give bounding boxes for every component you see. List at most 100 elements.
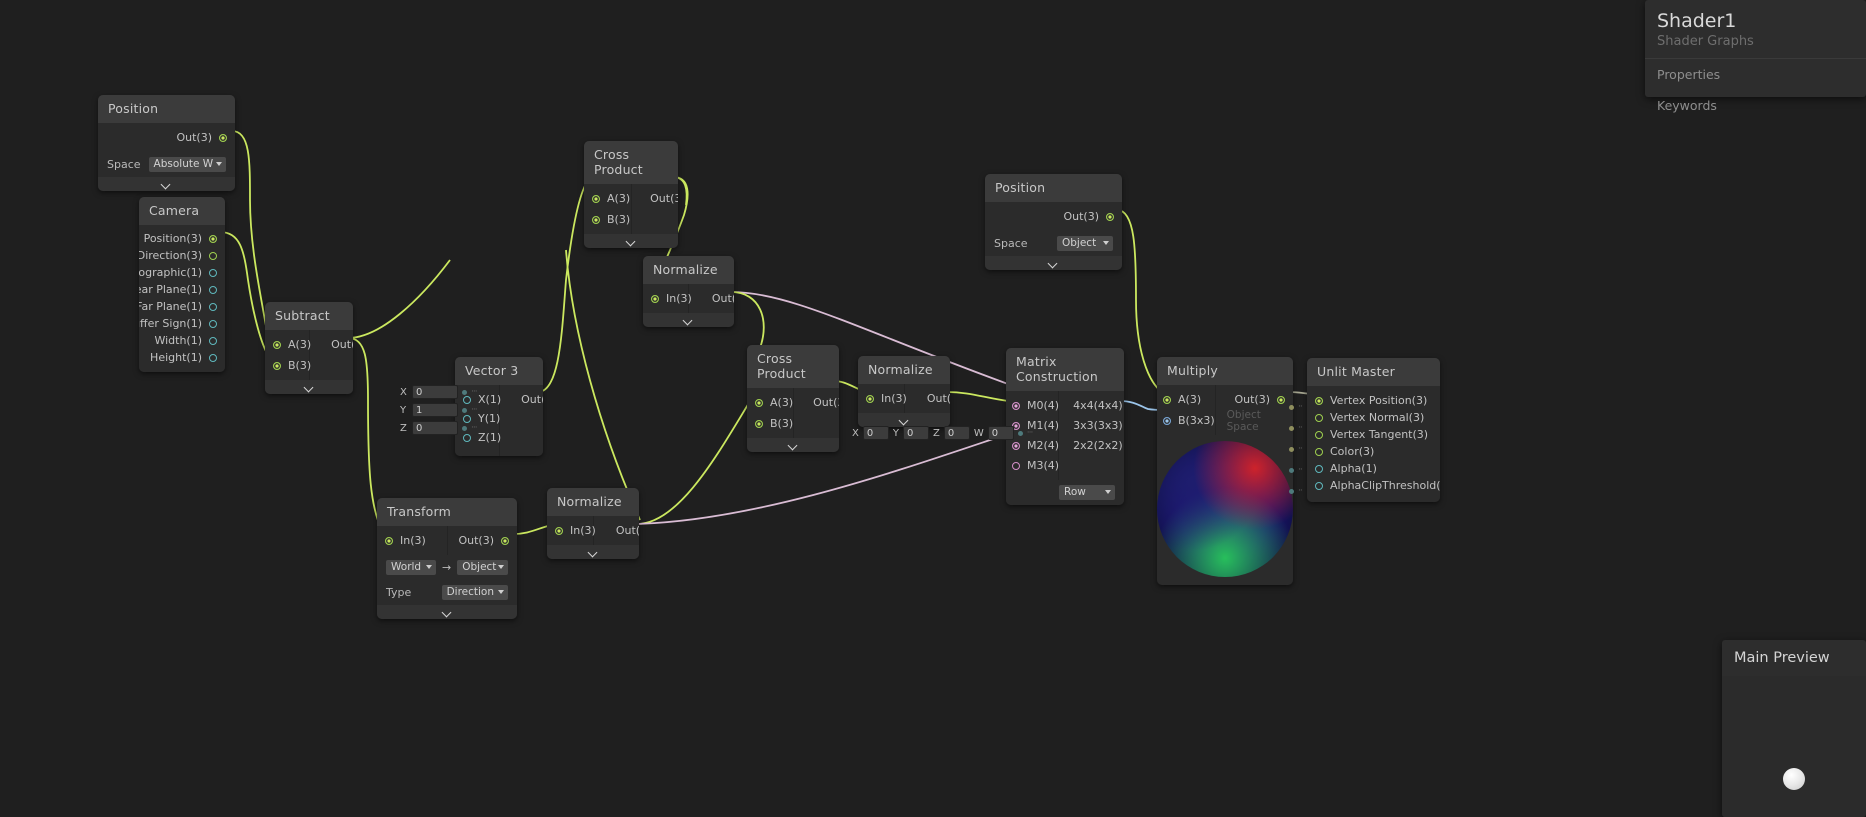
port-row-vertex-normal[interactable]: Vertex Normal(3) [1315, 409, 1432, 426]
port-row-out[interactable]: Out(3) [521, 391, 543, 408]
node-camera[interactable]: Camera Position(3) Direction(3) Orthogra… [139, 197, 225, 372]
port-row-out[interactable]: Out(3) [712, 290, 734, 307]
input-port-icon[interactable] [592, 194, 600, 203]
field-port-icon[interactable] [1289, 488, 1294, 494]
blackboard-row-keywords[interactable]: Keywords [1645, 90, 1866, 121]
node-collapse-footer[interactable] [98, 177, 235, 191]
shader-graph-canvas[interactable]: Position Out(3) Space Absolute W Camera … [0, 0, 1866, 817]
unlit-master-input-stubs[interactable]: ·· ·· ·· ·· ·· [1289, 402, 1303, 496]
node-normalize-top[interactable]: Normalize In(3) Out(3) [643, 256, 734, 327]
output-port-icon[interactable] [1106, 212, 1114, 221]
port-row-b[interactable]: B(3) [592, 211, 630, 228]
node-collapse-footer[interactable] [584, 234, 678, 248]
stub-vertex-normal[interactable]: ·· [1289, 402, 1303, 412]
input-port-icon[interactable] [755, 398, 763, 407]
port-row-camera-width[interactable]: Width(1) [147, 332, 217, 349]
stub-color[interactable]: ·· [1289, 444, 1303, 454]
output-port-icon[interactable] [209, 268, 217, 277]
transform-space-row[interactable]: World → Object [377, 555, 517, 580]
port-row-out[interactable]: Out(3) [1227, 391, 1285, 408]
node-normalize-bottom[interactable]: Normalize In(3) Out(3) [547, 488, 639, 559]
port-row-out-3x3[interactable]: 3x3(3x3) [1073, 417, 1124, 434]
vector3-input-y[interactable]: 1 [412, 403, 458, 417]
input-port-icon[interactable] [1012, 461, 1020, 470]
output-port-icon[interactable] [209, 319, 217, 328]
port-row-a[interactable]: A(3) [273, 336, 311, 353]
port-row-in[interactable]: In(3) [866, 390, 907, 407]
input-port-icon[interactable] [1315, 396, 1323, 405]
input-port-icon[interactable] [273, 340, 281, 349]
field-port-icon[interactable] [1289, 467, 1294, 473]
port-row-m0[interactable]: M0(4) [1012, 397, 1059, 414]
node-position-absolute-world[interactable]: Position Out(3) Space Absolute W [98, 95, 235, 191]
output-port-icon[interactable] [209, 251, 217, 260]
input-port-icon[interactable] [1315, 413, 1323, 422]
field-port-icon[interactable] [1289, 425, 1294, 431]
port-row-alpha-clip-threshold[interactable]: AlphaClipThreshold(1) [1315, 477, 1440, 494]
port-row-out[interactable]: Out(3) [650, 190, 678, 207]
port-row-camera-far-plane[interactable]: Far Plane(1) [139, 298, 217, 315]
field-port-icon[interactable] [462, 389, 467, 395]
output-port-icon[interactable] [209, 336, 217, 345]
transform-to-dropdown[interactable]: Object [457, 560, 508, 575]
m3-input-z[interactable]: 0 [943, 426, 970, 440]
port-row-a[interactable]: A(3) [592, 190, 630, 207]
vector3-input-x[interactable]: 0 [412, 385, 458, 399]
field-port-icon[interactable] [1289, 404, 1294, 410]
port-row-camera-direction[interactable]: Direction(3) [139, 247, 217, 264]
port-row-camera-height[interactable]: Height(1) [147, 349, 217, 366]
port-row-out[interactable]: Out(3) [458, 532, 509, 549]
port-row-b[interactable]: B(3) [755, 415, 793, 432]
input-port-icon[interactable] [1315, 464, 1323, 473]
output-port-icon[interactable] [219, 133, 227, 142]
node-position-object[interactable]: Position Out(3) Space Object [985, 174, 1122, 270]
matrix-m3-value-fields[interactable]: X 0 Y 0 Z 0 W 0 ··· [852, 426, 1033, 440]
field-port-icon[interactable] [1017, 430, 1023, 436]
space-control-row[interactable]: Space Object [985, 231, 1122, 256]
port-row-in[interactable]: In(3) [651, 290, 692, 307]
main-preview-panel[interactable]: Main Preview [1722, 640, 1866, 817]
matrix-mode-dropdown[interactable]: Row [1059, 485, 1115, 500]
stub-vertex-tangent[interactable]: ·· [1289, 423, 1303, 433]
port-row-in[interactable]: In(3) [385, 532, 426, 549]
node-collapse-footer[interactable] [377, 605, 517, 619]
stub-alpha[interactable]: ·· [1289, 465, 1303, 475]
port-row-camera-orthographic[interactable]: Orthographic(1) [139, 264, 217, 281]
input-port-icon[interactable] [1012, 401, 1020, 410]
port-row-out-2x2[interactable]: 2x2(2x2) [1073, 437, 1124, 454]
port-row-m3[interactable]: M3(4) [1012, 457, 1059, 474]
blackboard-row-properties[interactable]: Properties [1645, 59, 1866, 90]
vector3-field-y[interactable]: Y 1 ··· [400, 402, 478, 418]
port-row-a[interactable]: A(3) [1163, 391, 1215, 408]
input-port-icon[interactable] [1315, 430, 1323, 439]
port-row-out[interactable]: Out(3) [108, 129, 227, 146]
input-port-icon[interactable] [1163, 395, 1171, 404]
field-port-icon[interactable] [462, 425, 467, 431]
node-collapse-footer[interactable] [547, 545, 639, 559]
output-port-icon[interactable] [209, 285, 217, 294]
vector3-field-x[interactable]: X 0 ··· [400, 384, 478, 400]
space-dropdown[interactable]: Object [1057, 236, 1113, 251]
input-port-icon[interactable] [755, 419, 763, 428]
blackboard-panel[interactable]: Shader1 Shader Graphs Properties Keyword… [1645, 0, 1866, 113]
input-port-icon[interactable] [1315, 447, 1323, 456]
port-row-out-4x4[interactable]: 4x4(4x4) [1073, 397, 1124, 414]
output-port-icon[interactable] [501, 536, 509, 545]
field-port-icon[interactable] [462, 407, 467, 413]
input-port-icon[interactable] [1315, 481, 1323, 490]
input-port-icon[interactable] [1163, 416, 1171, 425]
port-row-camera-near-plane[interactable]: Near Plane(1) [139, 281, 217, 298]
transform-type-dropdown[interactable]: Direction [441, 585, 508, 600]
node-multiply[interactable]: Multiply A(3) B(3x3) Out(3) Object Space [1157, 357, 1293, 585]
port-row-vertex-position[interactable]: Vertex Position(3) [1315, 392, 1432, 409]
input-port-icon[interactable] [651, 294, 659, 303]
port-row-out[interactable]: Out(3) [813, 394, 839, 411]
m3-input-y[interactable]: 0 [902, 426, 929, 440]
port-row-b[interactable]: B(3x3) [1163, 412, 1215, 429]
output-port-icon[interactable] [209, 353, 217, 362]
input-port-icon[interactable] [1012, 441, 1020, 450]
output-port-icon[interactable] [209, 302, 217, 311]
node-cross-product-mid[interactable]: Cross Product A(3) B(3) Out(3) [747, 345, 839, 452]
node-cross-product-top[interactable]: Cross Product A(3) B(3) Out(3) [584, 141, 678, 248]
main-preview-body[interactable] [1722, 676, 1866, 817]
